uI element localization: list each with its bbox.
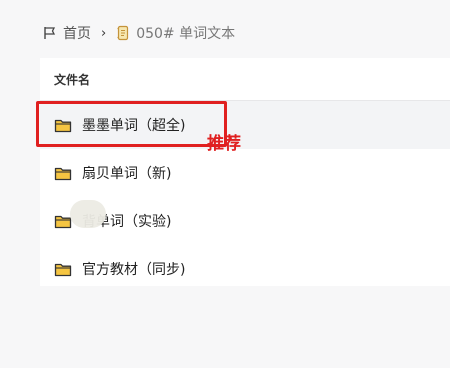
scroll-icon (116, 25, 130, 41)
file-list: 墨墨单词（超全) 扇贝单词（新) 背单词（实验) 官方教材（同步) (36, 101, 450, 293)
breadcrumb-current: 050# 单词文本 (136, 26, 236, 42)
breadcrumb: 首页 › 050# 单词文本 (43, 23, 235, 43)
highlight-box (36, 101, 227, 147)
list-item[interactable]: 官方教材（同步) (40, 245, 450, 293)
breadcrumb-home[interactable]: 首页 (63, 23, 91, 43)
flag-icon (43, 26, 57, 40)
folder-icon (54, 166, 72, 181)
list-item-label: 官方教材（同步) (82, 262, 186, 278)
list-item-label: 扇贝单词（新) (82, 166, 172, 182)
column-header-filename[interactable]: 文件名 (40, 58, 450, 101)
breadcrumb-separator: › (101, 25, 107, 41)
redaction-blur (70, 200, 106, 228)
recommend-annotation: 推荐 (207, 134, 241, 154)
folder-icon (54, 262, 72, 277)
list-item[interactable]: 扇贝单词（新) (40, 149, 450, 197)
file-list-panel: 文件名 墨墨单词（超全) 扇贝单词（新) 背单词（实验) 官方教材（同步) (36, 58, 450, 286)
